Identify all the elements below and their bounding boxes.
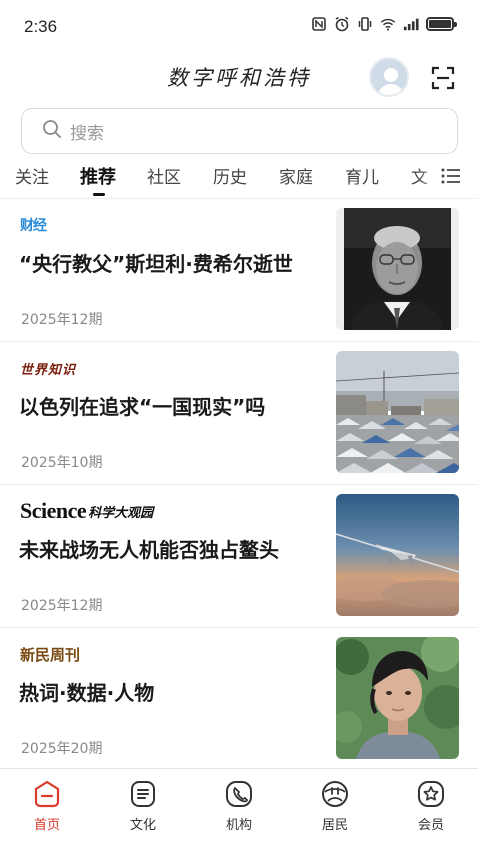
tab-following[interactable]: 关注: [15, 163, 49, 188]
category-tabs: 关注 推荐 社区 历史 家庭 育儿 文: [0, 160, 478, 200]
nav-label: 居民: [321, 818, 348, 833]
nav-resident[interactable]: 居民: [300, 779, 370, 833]
source-name-cn: 科学大观园: [88, 505, 154, 521]
nav-home[interactable]: 首页: [12, 779, 82, 833]
nav-label: 文化: [129, 818, 156, 833]
resident-icon: [320, 779, 350, 809]
search-input[interactable]: 搜索: [21, 108, 458, 154]
nfc-icon: [311, 16, 327, 32]
nav-label: 会员: [417, 818, 444, 833]
app-header: 数字呼和浩特: [0, 52, 478, 102]
source-logo: 新民周刊: [20, 643, 80, 665]
status-time: 2:36: [24, 17, 58, 36]
search-placeholder: 搜索: [70, 123, 104, 144]
active-tab-indicator: [93, 193, 105, 196]
tab-recommended[interactable]: 推荐: [80, 163, 116, 189]
article-thumbnail: [336, 494, 459, 616]
article-card[interactable]: 财经 “央行教父”斯坦利·费希尔逝世 2025年12期: [0, 199, 478, 342]
member-icon: [416, 779, 446, 809]
tabs-menu-icon[interactable]: [440, 165, 462, 187]
nav-culture[interactable]: 文化: [108, 779, 178, 833]
culture-icon: [128, 779, 158, 809]
nav-label: 机构: [225, 818, 252, 833]
tab-family[interactable]: 家庭: [279, 163, 313, 188]
article-title: “央行教父”斯坦利·费希尔逝世: [19, 252, 293, 276]
wifi-icon: [380, 16, 396, 32]
source-logo: 财经: [20, 214, 47, 236]
nav-member[interactable]: 会员: [396, 779, 466, 833]
institution-icon: [224, 779, 254, 809]
nav-institution[interactable]: 机构: [204, 779, 274, 833]
signal-icon: [403, 16, 419, 32]
source-logo: 世界知识: [20, 357, 76, 379]
source-name: 财经: [20, 218, 47, 234]
bottom-navigation: 首页 文化 机构 居民 会员: [0, 768, 478, 850]
article-card[interactable]: 新民周刊 热词·数据·人物 2025年20期: [0, 628, 478, 771]
source-logo: Science 科学大观园: [20, 498, 154, 523]
article-feed: 财经 “央行教父”斯坦利·费希尔逝世 2025年12期 世界知识 以色列在追求“…: [0, 199, 478, 771]
article-thumbnail: [336, 351, 459, 473]
article-issue: 2025年10期: [21, 455, 103, 471]
source-name: Science: [20, 498, 87, 523]
tab-community[interactable]: 社区: [147, 163, 181, 188]
tab-parenting[interactable]: 育儿: [345, 163, 379, 188]
nav-label: 首页: [33, 818, 60, 833]
article-thumbnail: [336, 637, 459, 759]
battery-icon: [426, 17, 457, 31]
article-title: 热词·数据·人物: [19, 681, 155, 705]
home-icon: [32, 779, 62, 809]
status-bar: 2:36: [0, 0, 478, 52]
article-card[interactable]: 世界知识 以色列在追求“一国现实”吗 2025年10期: [0, 342, 478, 485]
vibrate-icon: [357, 16, 373, 32]
article-title: 未来战场无人机能否独占鳌头: [19, 538, 279, 562]
search-icon: [42, 119, 62, 143]
scan-icon[interactable]: [430, 65, 456, 91]
status-icons: [311, 16, 457, 32]
article-issue: 2025年12期: [21, 312, 103, 328]
article-issue: 2025年12期: [21, 598, 103, 614]
article-card[interactable]: Science 科学大观园 未来战场无人机能否独占鳌头 2025年12期: [0, 485, 478, 628]
alarm-icon: [334, 16, 350, 32]
article-issue: 2025年20期: [21, 741, 103, 757]
article-title: 以色列在追求“一国现实”吗: [19, 395, 266, 419]
source-name: 世界知识: [20, 362, 77, 378]
avatar[interactable]: [369, 57, 409, 97]
tab-history[interactable]: 历史: [213, 163, 247, 188]
article-thumbnail: [336, 208, 459, 330]
source-name: 新民周刊: [20, 645, 81, 664]
